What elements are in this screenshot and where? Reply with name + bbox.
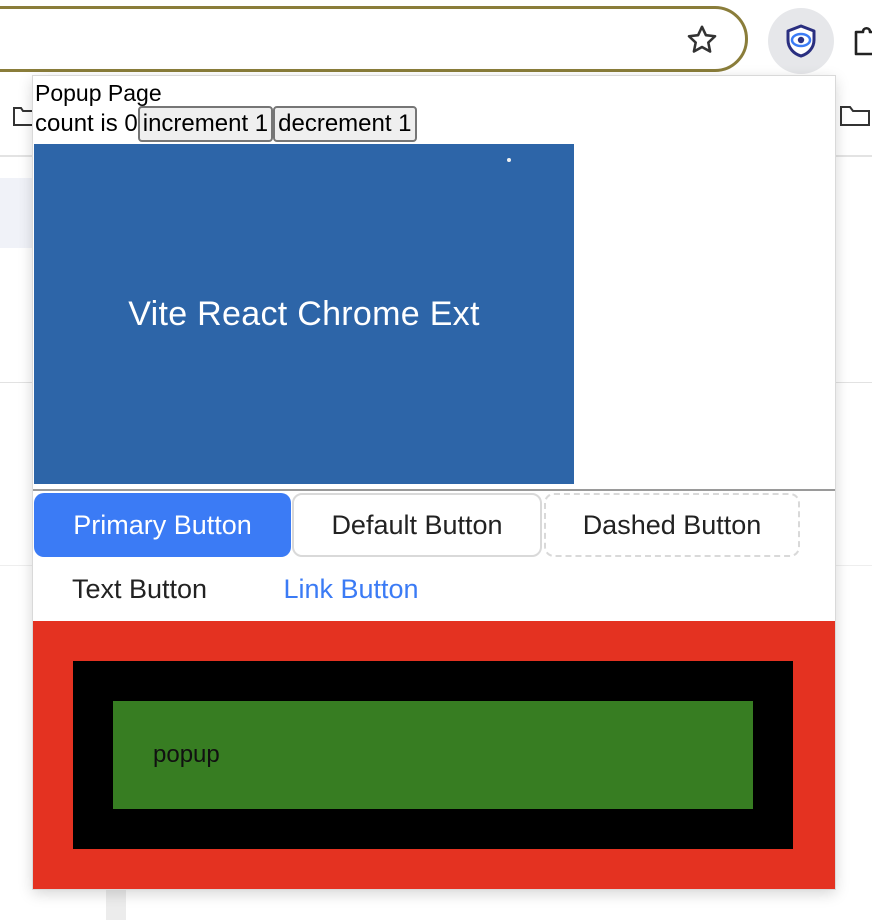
page-divider (0, 565, 34, 566)
middle-black-box: popup (73, 661, 793, 849)
button-row-secondary: Text Button Link Button (34, 557, 456, 621)
section-divider (33, 489, 835, 491)
counter-row: count is 0 increment 1 decrement 1 (35, 106, 417, 142)
popup-label: popup (153, 741, 220, 768)
extension-popup: Popup Page count is 0 increment 1 decrem… (33, 76, 835, 889)
page-background-block (0, 178, 34, 248)
popup-title: Popup Page (35, 80, 162, 106)
page-divider (836, 382, 872, 383)
page-divider (836, 565, 872, 566)
button-row-primary: Primary Button Default Button Dashed But… (34, 493, 800, 557)
shield-eye-icon (786, 24, 816, 58)
text-button[interactable]: Text Button (34, 557, 245, 621)
count-text: count is 0 (35, 110, 138, 137)
address-bar[interactable] (0, 6, 748, 72)
page-divider (0, 382, 34, 383)
default-button[interactable]: Default Button (292, 493, 542, 557)
inner-green-box: popup (113, 701, 753, 809)
decrement-button[interactable]: decrement 1 (273, 106, 417, 142)
decorative-dot (507, 158, 511, 162)
logo-banner: Vite React Chrome Ext (34, 144, 574, 484)
increment-button[interactable]: increment 1 (137, 106, 274, 142)
folder-icon[interactable] (12, 104, 34, 128)
folder-icon[interactable] (838, 104, 872, 128)
star-icon[interactable] (684, 22, 720, 58)
browser-toolbar (0, 0, 872, 80)
page-background-block (106, 888, 126, 920)
puzzle-icon[interactable] (852, 22, 872, 58)
dashed-button[interactable]: Dashed Button (544, 493, 800, 557)
outer-red-box: popup (33, 621, 835, 889)
primary-button[interactable]: Primary Button (34, 493, 291, 557)
logo-text: Vite React Chrome Ext (128, 294, 480, 333)
extension-button[interactable] (768, 8, 834, 74)
link-button[interactable]: Link Button (246, 557, 456, 621)
